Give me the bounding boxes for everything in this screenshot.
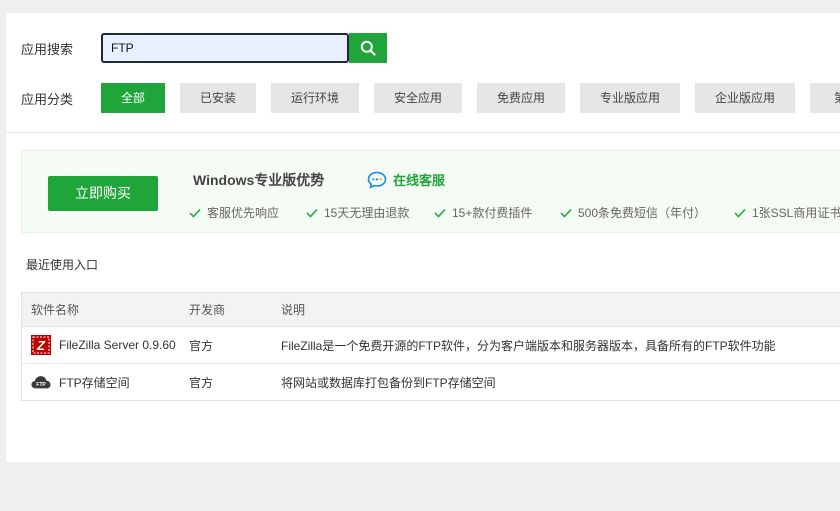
search-icon [360, 40, 376, 56]
app-vendor: 官方 [189, 375, 214, 390]
check-icon [560, 208, 572, 218]
check-icon [434, 208, 446, 218]
online-service-label: 在线客服 [393, 173, 446, 188]
table-header: 软件名称 开发商 说明 [22, 293, 840, 327]
table-row[interactable]: Z FileZilla Server 0.9.60 官方 FileZilla是一… [22, 327, 840, 364]
category-runtime[interactable]: 运行环境 [271, 83, 359, 113]
category-all[interactable]: 全部 [101, 83, 165, 113]
search-row: 应用搜索 [21, 33, 387, 63]
app-vendor: 官方 [189, 338, 214, 353]
promo-title: Windows专业版优势 [193, 172, 325, 188]
benefit-item: 客服优先响应 [189, 204, 306, 221]
online-service-link[interactable]: 在线客服 [367, 170, 445, 189]
check-icon [734, 208, 746, 218]
buy-now-button[interactable]: 立即购买 [48, 176, 158, 211]
app-store-panel: 应用搜索 应用分类 全部 已安装 运行环境 安全应用 免费应用 专业版应用 企业… [6, 13, 840, 462]
category-enterprise[interactable]: 企业版应用 [695, 83, 795, 113]
check-icon [306, 208, 318, 218]
header-vendor: 开发商 [189, 303, 226, 317]
benefit-item: 15天无理由退款 [306, 204, 434, 221]
category-free[interactable]: 免费应用 [477, 83, 565, 113]
svg-text:Z: Z [36, 338, 46, 353]
benefit-list: 客服优先响应 15天无理由退款 15+款付费插件 500条免费短信（年付） 1张… [189, 204, 840, 221]
svg-text:FTP: FTP [36, 382, 46, 388]
promo-banner: 立即购买 Windows专业版优势 在线客服 客服优先响应 15天无理由退款 1… [21, 150, 840, 233]
header-description: 说明 [281, 303, 306, 317]
search-button[interactable] [349, 33, 387, 63]
benefit-item: 500条免费短信（年付） [560, 204, 734, 221]
check-icon [189, 208, 201, 218]
filezilla-icon: Z [31, 335, 51, 355]
app-name: FileZilla Server 0.9.60 [59, 338, 176, 352]
benefit-item: 1张SSL商用证书 [734, 204, 840, 221]
divider [6, 132, 840, 133]
chat-bubble-icon [367, 171, 387, 189]
app-description: FileZilla是一个免费开源的FTP软件，分为客户端版本和服务器版本，具备所… [281, 338, 776, 353]
ftp-cloud-icon: FTP [31, 372, 51, 392]
category-installed[interactable]: 已安装 [180, 83, 256, 113]
app-name: FTP存储空间 [59, 375, 130, 390]
app-description: 将网站或数据库打包备份到FTP存储空间 [281, 375, 496, 390]
category-label: 应用分类 [21, 91, 74, 107]
category-row: 应用分类 全部 已安装 运行环境 安全应用 免费应用 专业版应用 企业版应用 第 [21, 83, 840, 113]
search-label: 应用搜索 [21, 41, 74, 57]
category-pro[interactable]: 专业版应用 [580, 83, 680, 113]
search-input[interactable] [101, 33, 349, 63]
category-security[interactable]: 安全应用 [374, 83, 462, 113]
software-table: 软件名称 开发商 说明 Z FileZilla Server 0.9.60 官方… [21, 292, 840, 401]
table-row[interactable]: FTP FTP存储空间 官方 将网站或数据库打包备份到FTP存储空间 [22, 364, 840, 400]
benefit-item: 15+款付费插件 [434, 204, 560, 221]
header-name: 软件名称 [31, 303, 80, 317]
recent-entries-label: 最近使用入口 [26, 258, 99, 272]
category-more[interactable]: 第 [810, 83, 840, 113]
